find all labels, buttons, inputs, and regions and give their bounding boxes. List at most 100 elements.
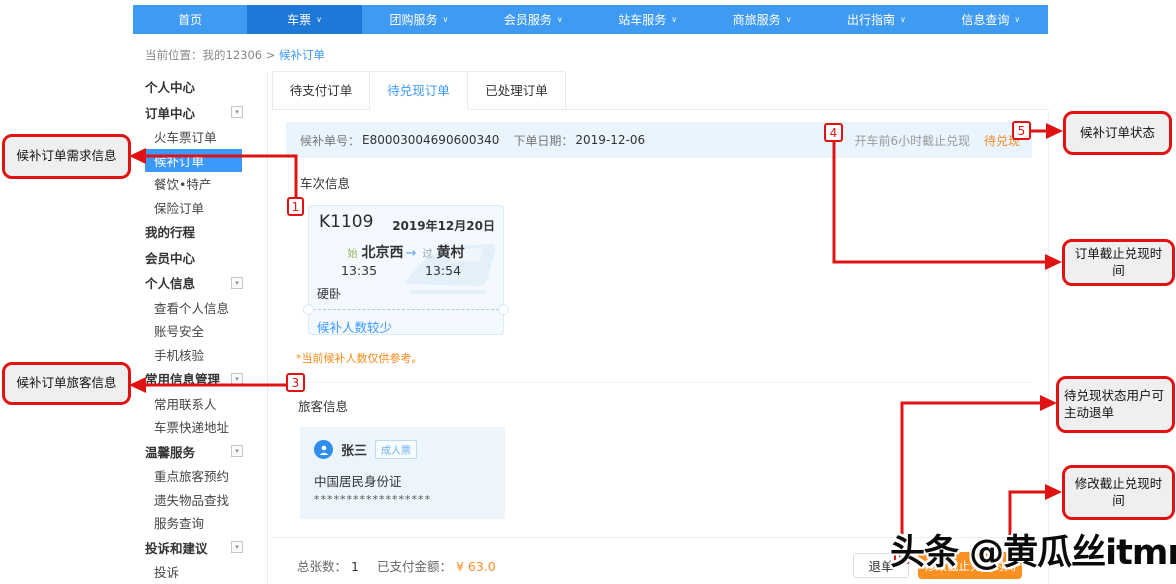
callout-refund-ability: 待兑现状态用户可主动退单 — [1056, 376, 1175, 433]
callout-modify-deadline: 修改截止兑现时间 — [1062, 465, 1175, 520]
total-count-value: 1 — [351, 559, 359, 574]
sidebar-item-dining-specialty[interactable]: 餐饮•特产 — [145, 172, 242, 196]
paid-amount-value: ¥ 63.0 — [456, 559, 496, 574]
breadcrumb-current[interactable]: 候补订单 — [279, 48, 325, 62]
sidebar-item-label: 餐饮•特产 — [154, 174, 211, 193]
collapse-icon[interactable]: ▾ — [231, 541, 243, 553]
breadcrumb: 当前位置：我的12306 > 候补订单 — [145, 47, 325, 63]
collapse-icon[interactable]: ▾ — [231, 373, 243, 385]
tab-processed[interactable]: 已处理订单 — [468, 71, 566, 110]
section-divider — [288, 382, 1032, 383]
watermark: 头条 @黄瓜丝itmn — [890, 524, 1176, 575]
sidebar-item-label: 重点旅客预约 — [154, 466, 229, 485]
order-no-label: 候补单号： — [300, 132, 360, 149]
chevron-down-icon: ∨ — [316, 15, 322, 24]
sidebar-item-label: 投诉 — [154, 562, 179, 581]
waitlist-note: *当前候补人数仅供参考。 — [296, 350, 423, 366]
nav-item-label: 首页 — [178, 11, 202, 28]
nav-item-travel-guide[interactable]: 出行指南∨ — [819, 5, 933, 34]
order-date-label: 下单日期： — [513, 132, 573, 149]
sidebar-item-waitlist-orders[interactable]: 候补订单 — [145, 149, 242, 173]
route-arrow-icon: → — [406, 246, 417, 261]
sidebar-item-lost-item-search[interactable]: 遗失物品查找 — [145, 488, 242, 512]
travel-date: 2019年12月20日 — [392, 217, 495, 234]
order-no-value: E80003004690600340 — [362, 133, 499, 147]
payment-summary: 总张数： 1 已支付金额： ¥ 63.0 — [297, 556, 496, 575]
sidebar-item-personal-center[interactable]: 个人中心 — [145, 74, 242, 100]
nav-item-label: 团购服务 — [390, 11, 438, 28]
sidebar-divider — [267, 72, 268, 584]
ticket-type-badge: 成人票 — [375, 440, 417, 459]
sidebar-item-personal-info[interactable]: 个人信息▾ — [145, 270, 242, 296]
collapse-icon[interactable]: ▾ — [231, 445, 243, 457]
deadline-note: 开车前6小时截止兑现 — [855, 134, 971, 148]
sidebar-item-complaints-suggestions[interactable]: 投诉和建议▾ — [145, 535, 242, 561]
sidebar-item-label: 常用联系人 — [154, 394, 217, 413]
chevron-down-icon: ∨ — [671, 15, 677, 24]
sidebar-item-label: 订单中心 — [145, 103, 195, 122]
passenger-row: 张三 成人票 — [314, 440, 417, 459]
ticket-dashed-divider — [313, 309, 499, 310]
sidebar-item-label: 个人中心 — [145, 77, 195, 96]
chevron-down-icon: ∨ — [786, 15, 792, 24]
nav-item-info-query[interactable]: 信息查询∨ — [934, 5, 1048, 34]
sidebar-item-priority-passenger-reservation[interactable]: 重点旅客预约 — [145, 464, 242, 488]
sidebar-item-warm-service[interactable]: 温馨服务▾ — [145, 439, 242, 465]
page: 首页车票∨团购服务∨会员服务∨站车服务∨商旅服务∨出行指南∨信息查询∨ 当前位置… — [0, 0, 1176, 584]
marker-1: 1 — [287, 197, 304, 216]
collapse-icon[interactable]: ▾ — [231, 277, 243, 289]
sidebar-item-label: 账号安全 — [154, 321, 204, 340]
nav-item-home[interactable]: 首页 — [133, 5, 247, 34]
chevron-down-icon: ∨ — [443, 15, 449, 24]
sidebar-item-complaint[interactable]: 投诉 — [145, 560, 242, 584]
passenger-card: 张三 成人票 中国居民身份证 ****************** — [300, 427, 505, 519]
ticket-notch-left — [303, 304, 314, 315]
sidebar-item-service-query[interactable]: 服务查询 — [145, 511, 242, 535]
collapse-icon[interactable]: ▾ — [231, 106, 243, 118]
sidebar-item-insurance-orders[interactable]: 保险订单 — [145, 196, 242, 220]
order-status-group: 开车前6小时截止兑现 待兑现 — [855, 132, 1020, 149]
chevron-down-icon: ∨ — [557, 15, 563, 24]
sidebar-item-account-security[interactable]: 账号安全 — [145, 319, 242, 343]
ticket-notch-right — [498, 304, 509, 315]
sidebar-item-order-center[interactable]: 订单中心 ▾ — [145, 100, 242, 126]
sidebar-item-label: 手机核验 — [154, 345, 204, 364]
nav-item-tickets[interactable]: 车票∨ — [247, 5, 361, 34]
id-type: 中国居民身份证 — [314, 471, 402, 490]
nav-item-label: 商旅服务 — [733, 11, 781, 28]
sidebar-item-member-center[interactable]: 会员中心 — [145, 245, 242, 271]
sidebar-item-ticket-delivery-address[interactable]: 车票快递地址 — [145, 415, 242, 439]
train-ticket-card[interactable]: K1109 2019年12月20日 始北京西→过黄村 13:35 13:54 硬… — [308, 205, 504, 335]
sidebar-item-label: 查看个人信息 — [154, 298, 229, 317]
sidebar-item-phone-verification[interactable]: 手机核验 — [145, 343, 242, 367]
sidebar-item-common-info-mgmt[interactable]: 常用信息管理▾ — [145, 366, 242, 392]
arrive-time: 13:54 — [425, 263, 461, 278]
train-section-title: 车次信息 — [300, 173, 350, 192]
order-date-value: 2019-12-06 — [575, 133, 645, 147]
sidebar-item-label: 会员中心 — [145, 248, 195, 267]
origin-tag: 始 — [348, 249, 358, 260]
nav-item-label: 站车服务 — [618, 11, 666, 28]
nav-item-group-service[interactable]: 团购服务 ∨ — [362, 5, 476, 34]
nav-item-business-service[interactable]: 商旅服务 ∨ — [705, 5, 819, 34]
marker-3: 3 — [286, 373, 305, 392]
destination-station: 黄村 — [436, 245, 464, 261]
nav-item-station-service[interactable]: 站车服务 ∨ — [591, 5, 705, 34]
origin-station: 北京西 — [362, 245, 404, 261]
sidebar-item-label: 我的行程 — [145, 222, 195, 241]
nav-item-member-service[interactable]: 会员服务∨ — [476, 5, 590, 34]
sidebar-item-my-itinerary[interactable]: 我的行程 — [145, 219, 242, 245]
callout-passenger-info: 候补订单旅客信息 — [2, 362, 131, 405]
sidebar-item-label: 候补订单 — [154, 151, 204, 170]
total-count-label: 总张数： — [297, 559, 347, 574]
sidebar-item-common-contacts[interactable]: 常用联系人 — [145, 392, 242, 416]
tab-pending-fulfillment[interactable]: 待兑现订单 — [370, 71, 468, 110]
tab-pending-payment[interactable]: 待支付订单 — [272, 71, 370, 110]
seat-class: 硬卧 — [317, 285, 341, 302]
paid-amount-label: 已支付金额： — [377, 559, 452, 574]
passenger-section-title: 旅客信息 — [298, 396, 348, 415]
waitlist-count-link[interactable]: 候补人数较少 — [317, 317, 392, 336]
panel-right-border — [1048, 110, 1049, 584]
sidebar-item-view-personal-info[interactable]: 查看个人信息 — [145, 296, 242, 320]
sidebar-item-train-ticket-orders[interactable]: 火车票订单 — [145, 125, 242, 149]
